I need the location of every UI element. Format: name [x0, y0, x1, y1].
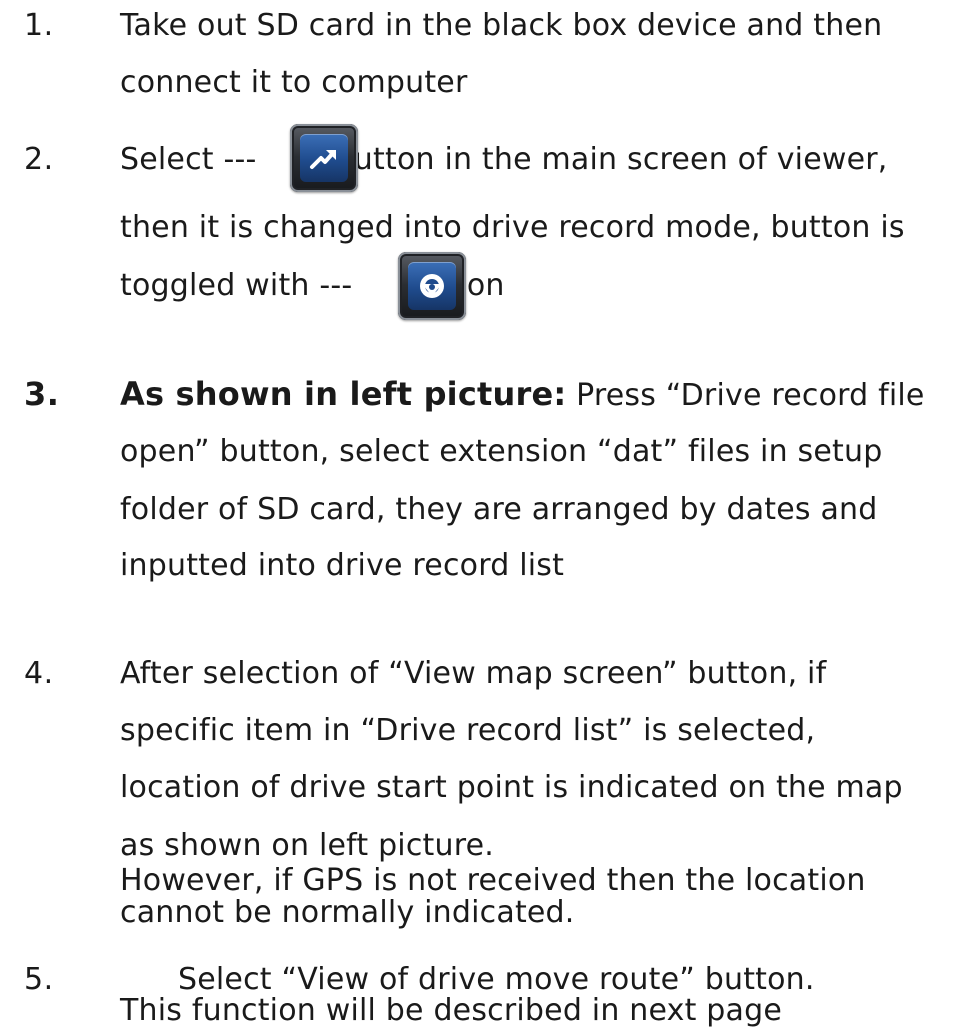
step-4-number: 4. [24, 656, 54, 691]
step-1-line-2: connect it to computer [120, 65, 468, 100]
step-4-line-6: cannot be normally indicated. [120, 895, 575, 930]
step-4-line-1: After selection of “View map screen” but… [120, 656, 827, 691]
step-3-line-1-rest: Press “Drive record file [566, 378, 925, 413]
step-3-lead: As shown in left picture: [120, 375, 567, 413]
step-3-line-1: As shown in left picture: Press “Drive r… [120, 374, 925, 416]
step-2-line-2: then it is changed into drive record mod… [120, 210, 905, 245]
step-3-line-4: inputted into drive record list [120, 548, 565, 583]
drive-record-mode-icon[interactable] [290, 124, 358, 192]
step-3-line-2: open” button, select extension “dat” fil… [120, 434, 883, 469]
step-4-line-5: However, if GPS is not received then the… [120, 863, 866, 898]
step-5-number: 5. [24, 962, 54, 997]
step-2-line-3-pre: toggled with --- [120, 268, 353, 303]
step-2-line-1-pre: Select --- [120, 142, 257, 177]
step-3-line-3: folder of SD card, they are arranged by … [120, 492, 878, 527]
step-1-line-1: Take out SD card in the black box device… [120, 8, 883, 43]
step-4-line-2: specific item in “Drive record list” is … [120, 713, 816, 748]
steering-wheel-icon[interactable] [398, 252, 466, 320]
instruction-document: 1. Take out SD card in the black box dev… [0, 0, 968, 1029]
step-5-line-2: This function will be described in next … [120, 993, 783, 1028]
step-2-line-1-post: button in the main screen of viewer, [334, 142, 888, 177]
step-2-number: 2. [24, 142, 54, 177]
step-3-number: 3. [24, 375, 60, 413]
step-4-line-4: as shown on left picture. [120, 828, 494, 863]
step-4-line-3: location of drive start point is indicat… [120, 770, 903, 805]
step-2-line-1: Select --- button in the main screen of v… [120, 140, 888, 180]
step-1-number: 1. [24, 8, 54, 43]
